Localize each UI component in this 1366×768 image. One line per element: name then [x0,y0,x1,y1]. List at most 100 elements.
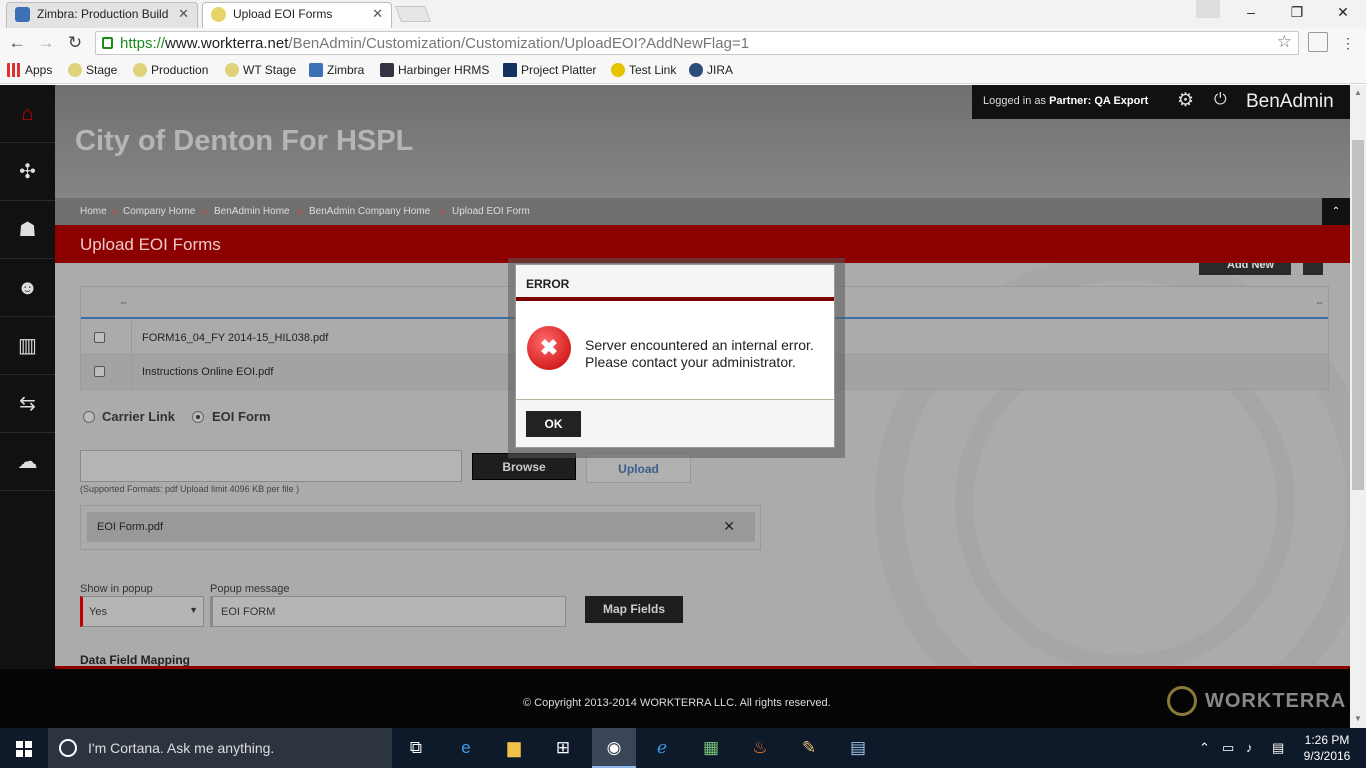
maximize-button[interactable]: ❐ [1274,0,1320,24]
bookmark-stage[interactable]: Stage [68,62,117,78]
start-button[interactable] [0,728,48,768]
edge-icon[interactable]: e [454,736,478,760]
column-resize-icon[interactable]: ⇔ [1315,297,1324,307]
bookmark-jira[interactable]: JIRA [689,62,733,78]
breadcrumb-separator-icon: » [297,206,303,217]
chat-icon[interactable]: ☁ [0,433,55,491]
carrier-link-radio[interactable] [83,411,95,423]
puzzle-icon[interactable]: ✣ [0,143,55,201]
bookmark-star-icon[interactable]: ☆ [1277,32,1292,52]
company-name: City of Denton For HSPL [75,125,414,157]
show-hidden-icons[interactable]: ⌃ [1199,740,1210,756]
bookmark-test-link[interactable]: Test Link [611,62,676,78]
minimize-button[interactable]: – [1228,0,1274,24]
add-new-button[interactable]: Add New [1199,263,1291,275]
scrollbar-thumb[interactable] [1352,140,1364,490]
network-icon[interactable]: ▭ [1222,740,1234,756]
globe-icon [225,63,239,77]
extension-icon[interactable] [1308,32,1328,52]
apps-grid-icon [7,63,21,77]
chrome-taskbar-button[interactable]: ◉ [592,728,636,768]
vertical-scrollbar[interactable]: ▲ ▼ [1350,85,1366,728]
breadcrumb-item[interactable]: BenAdmin Company Home [309,206,430,217]
forward-icon[interactable]: → [35,32,57,54]
carrier-link-label[interactable]: Carrier Link [102,409,175,424]
column-divider [131,321,132,355]
delete-icon[interactable] [1303,263,1323,275]
row-checkbox[interactable] [94,332,105,343]
reload-icon[interactable]: ↻ [64,32,86,54]
remove-file-icon[interactable]: ✕ [723,518,735,535]
flame-app-icon[interactable]: ♨ [748,736,772,760]
breadcrumb-item[interactable]: BenAdmin Home [214,206,290,217]
bookmark-wt-stage[interactable]: WT Stage [225,62,296,78]
breadcrumb-item[interactable]: Company Home [123,206,195,217]
home-icon[interactable]: ⌂ [0,85,55,143]
breadcrumb-item[interactable]: Home [80,206,107,217]
back-icon[interactable]: ← [6,32,28,54]
bookmark-harbinger-hrms[interactable]: Harbinger HRMS [380,62,489,78]
transfer-arrows-icon[interactable]: ⇆ [0,375,55,433]
error-message-line2: Please contact your administrator. [585,354,796,370]
globe-icon [133,63,147,77]
spreadsheet-app-icon[interactable]: ▦ [699,736,723,760]
windows-taskbar: I'm Cortana. Ask me anything. ⧉ e ▆ ⊞ ◉ … [0,728,1366,768]
scroll-down-icon[interactable]: ▼ [1350,714,1366,723]
browser-tab-zimbra[interactable]: Zimbra: Production Build ✕ [6,2,198,28]
testlink-icon [611,63,625,77]
system-clock[interactable]: 1:26 PM 9/3/2016 [1299,732,1355,764]
row-checkbox[interactable] [94,366,105,377]
error-dialog: ERROR ✖ Server encountered an internal e… [515,264,835,448]
new-tab-button[interactable] [395,6,431,22]
close-window-button[interactable]: ✕ [1320,0,1366,24]
popup-message-label: Popup message [210,583,290,595]
bookmark-project-platter[interactable]: Project Platter [503,62,596,78]
file-explorer-icon[interactable]: ▆ [502,736,526,760]
address-bar[interactable]: https://www.workterra.net/BenAdmin/Custo… [95,31,1299,55]
workterra-icon [211,7,226,22]
scroll-up-icon[interactable]: ▲ [1350,88,1366,97]
breadcrumb-separator-icon: » [202,206,208,217]
clock-time: 1:26 PM [1304,733,1350,747]
volume-icon[interactable]: ♪ [1246,740,1253,755]
ok-button[interactable]: OK [526,411,581,437]
cortana-placeholder: I'm Cortana. Ask me anything. [88,740,275,756]
notepad-icon[interactable]: ▤ [846,736,870,760]
notifications-icon[interactable]: ▤ [1272,740,1284,756]
paint-icon[interactable]: ✎ [797,736,821,760]
user-bar: Logged in as Partner: QA Export ⚙ ⏻ BenA… [972,85,1350,119]
map-fields-button[interactable]: Map Fields [585,596,683,623]
browser-tab-upload-eoi[interactable]: Upload EOI Forms ✕ [202,2,392,28]
user-icon[interactable]: ☻ [0,259,55,317]
task-view-icon[interactable]: ⧉ [404,736,428,760]
popup-message-input[interactable]: EOI FORM [210,596,566,627]
cortana-search-box[interactable]: I'm Cortana. Ask me anything. [48,728,392,768]
bookmark-production[interactable]: Production [133,62,208,78]
uploaded-file-item: EOI Form.pdf ✕ [87,512,755,542]
column-resize-icon[interactable]: ⇔ [119,297,128,307]
close-tab-icon[interactable]: ✕ [178,3,189,25]
internet-explorer-icon[interactable]: ℯ [650,736,674,760]
show-in-popup-value: Yes [89,606,107,618]
eoi-form-label[interactable]: EOI Form [212,409,271,424]
breadcrumb: Home » Company Home » BenAdmin Home » Be… [55,198,1350,225]
file-path-input[interactable] [80,450,462,482]
page-footer: © Copyright 2013-2014 WORKTERRA LLC. All… [0,669,1350,728]
store-icon[interactable]: ⊞ [551,736,575,760]
bookmark-zimbra[interactable]: Zimbra [309,62,364,78]
profile-icon[interactable] [1196,0,1220,18]
harbinger-icon [380,63,394,77]
supported-formats-note: (Supported Formats: pdf Upload limit 409… [80,484,300,494]
gear-icon[interactable]: ⚙ [1177,89,1194,112]
menu-icon[interactable]: ⋮ [1337,32,1359,54]
user-star-icon[interactable]: ☗ [0,201,55,259]
browser-toolbar: ← → ↻ https://www.workterra.net/BenAdmin… [0,28,1366,58]
collapse-header-icon[interactable]: ⌃ [1322,198,1350,225]
bar-chart-icon[interactable]: ▥ [0,317,55,375]
power-icon[interactable]: ⏻ [1214,91,1227,109]
bookmark-apps[interactable]: Apps [7,62,52,78]
browser-tabstrip: Zimbra: Production Build ✕ Upload EOI Fo… [0,0,1366,28]
show-in-popup-select[interactable]: Yes ▼ [80,596,204,627]
eoi-form-radio[interactable] [192,411,204,423]
close-tab-icon[interactable]: ✕ [372,3,383,25]
